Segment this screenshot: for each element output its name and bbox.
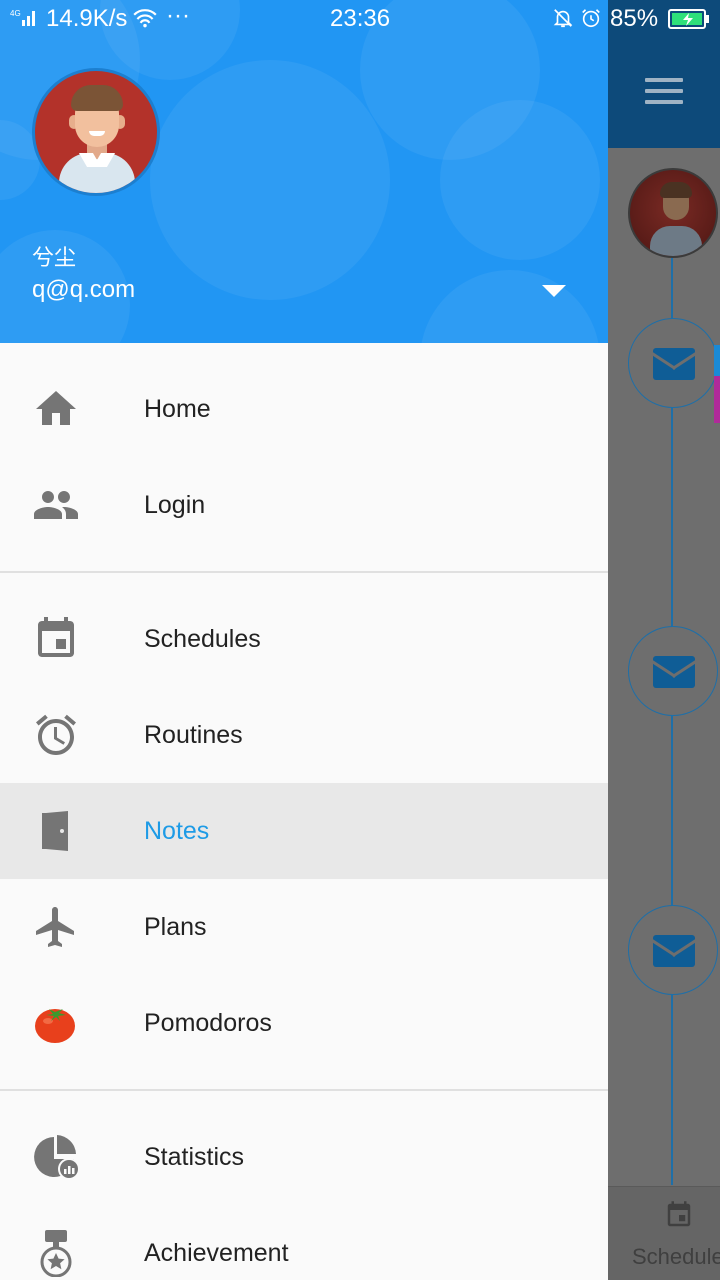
menu-item-label: Statistics bbox=[144, 1143, 245, 1171]
door-icon bbox=[42, 811, 68, 851]
menu-group-tools: Schedules Routines Notes Plans Pomodoros bbox=[0, 573, 608, 1091]
menu-item-label: Notes bbox=[144, 817, 210, 845]
drawer-header: 兮尘 q@q.com bbox=[0, 0, 608, 343]
network-type: 4G bbox=[10, 9, 21, 18]
bottom-tab-label[interactable]: Schedules bbox=[632, 1244, 720, 1270]
menu-item-label: Home bbox=[144, 395, 211, 423]
clock: 23:36 bbox=[330, 5, 391, 32]
edge-card-strip bbox=[714, 345, 720, 423]
profile-avatar[interactable] bbox=[32, 68, 160, 196]
airplane-icon bbox=[36, 907, 74, 947]
home-icon bbox=[36, 391, 76, 425]
tomato-icon bbox=[35, 1009, 75, 1043]
menu-item-schedules[interactable]: Schedules bbox=[0, 591, 608, 687]
user-email: q@q.com bbox=[32, 276, 136, 303]
status-bar: 4G 14.9K/s ··· 23:36 85% bbox=[0, 0, 720, 38]
user-name: 兮尘 bbox=[32, 245, 77, 270]
background-avatar[interactable] bbox=[628, 168, 718, 258]
battery-icon bbox=[668, 9, 709, 29]
menu-item-label: Pomodoros bbox=[144, 1009, 272, 1037]
menu-item-home[interactable]: Home bbox=[0, 361, 608, 457]
menu-item-pomodoros[interactable]: Pomodoros bbox=[0, 975, 608, 1071]
mail-icon[interactable] bbox=[628, 318, 718, 408]
network-speed: 14.9K/s bbox=[46, 5, 128, 32]
medal-icon bbox=[40, 1230, 72, 1277]
menu-item-label: Plans bbox=[144, 913, 207, 941]
navigation-drawer: 兮尘 q@q.com Home Login Schedules Routines… bbox=[0, 0, 608, 1280]
menu-item-notes[interactable]: Notes bbox=[0, 783, 608, 879]
menu-item-label: Achievement bbox=[144, 1239, 289, 1267]
menu-item-label: Login bbox=[144, 491, 206, 519]
battery-percent: 85% bbox=[610, 5, 659, 32]
alarm-icon bbox=[582, 9, 600, 28]
menu-item-label: Routines bbox=[144, 721, 243, 749]
mail-icon[interactable] bbox=[628, 626, 718, 716]
people-icon bbox=[34, 491, 78, 519]
menu-item-achievement[interactable]: Achievement bbox=[0, 1205, 608, 1280]
wifi-icon bbox=[133, 9, 157, 28]
menu-item-statistics[interactable]: Statistics bbox=[0, 1109, 608, 1205]
menu-group-main: Home Login bbox=[0, 343, 608, 573]
menu-group-stats: Statistics Achievement bbox=[0, 1091, 608, 1280]
hamburger-menu-icon[interactable] bbox=[640, 78, 688, 108]
signal-icon: 4G bbox=[10, 9, 35, 26]
more-indicator: ··· bbox=[166, 2, 190, 29]
bell-off-icon bbox=[553, 9, 573, 28]
account-dropdown-arrow-icon[interactable] bbox=[540, 284, 568, 298]
calendar-icon bbox=[38, 617, 74, 657]
calendar-icon[interactable] bbox=[664, 1200, 694, 1230]
mail-icon[interactable] bbox=[628, 905, 718, 995]
alarm-clock-icon bbox=[36, 714, 76, 755]
pie-chart-icon bbox=[34, 1135, 80, 1180]
menu-item-login[interactable]: Login bbox=[0, 457, 608, 553]
menu-item-label: Schedules bbox=[144, 625, 261, 653]
menu-item-routines[interactable]: Routines bbox=[0, 687, 608, 783]
menu-item-plans[interactable]: Plans bbox=[0, 879, 608, 975]
